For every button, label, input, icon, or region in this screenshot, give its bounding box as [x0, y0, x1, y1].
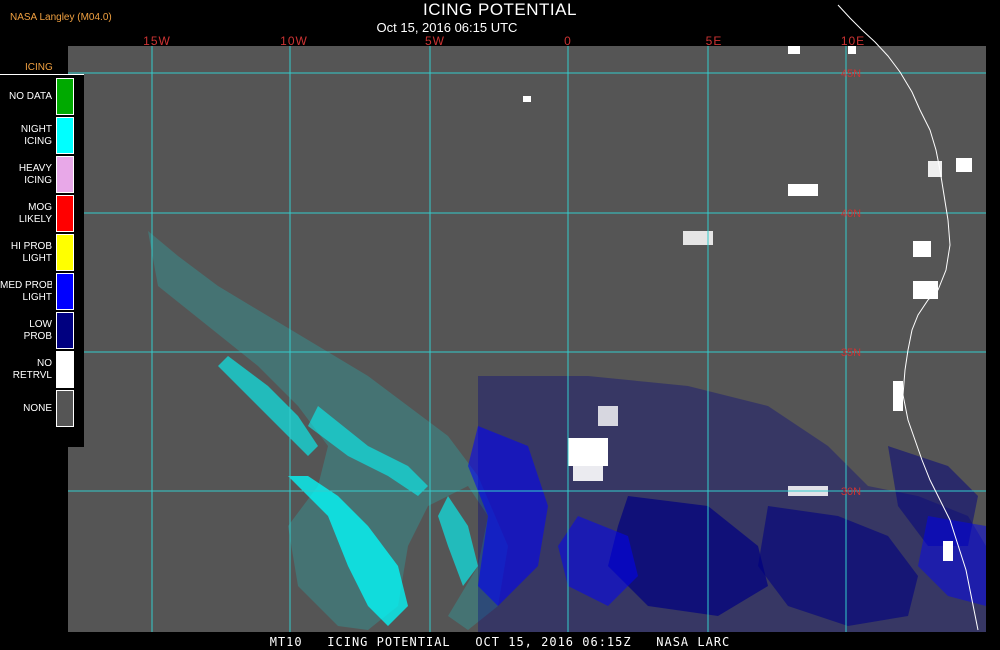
legend-title: ICING [25, 62, 53, 73]
legend-swatch [56, 312, 74, 349]
legend-swatch [56, 195, 74, 232]
legend-swatch [56, 390, 74, 427]
legend-item-mog-likely: MOG LIKELY [0, 194, 84, 233]
coastline [837, 4, 979, 631]
legend-label: NO RETRVL [12, 357, 52, 381]
legend-item-heavy-icing: HEAVY ICING [0, 155, 84, 194]
legend-item-none: NONE [0, 389, 84, 428]
legend-swatch [56, 156, 74, 193]
legend-item-med-prob-light: MED PROB LIGHT [0, 272, 84, 311]
legend-swatch [56, 117, 74, 154]
legend-item-no-retrieval: NO RETRVL [0, 350, 84, 389]
product-caption: MT10 ICING POTENTIAL OCT 15, 2016 06:15Z… [269, 635, 731, 649]
legend-label: NIGHT ICING [20, 123, 52, 147]
legend-swatch [56, 78, 74, 115]
legend-swatch [56, 273, 74, 310]
legend-label: LOW PROB [23, 318, 52, 342]
legend-swatch [56, 234, 74, 271]
legend-label: HEAVY ICING [18, 162, 52, 186]
icing-legend: NO DATA NIGHT ICING HEAVY ICING MOG LIKE… [0, 75, 84, 447]
legend-swatch [56, 351, 74, 388]
legend-item-low-prob: LOW PROB [0, 311, 84, 350]
legend-label: MED PROB LIGHT [0, 279, 52, 303]
legend-item-no-data: NO DATA [0, 77, 84, 116]
legend-label: MOG LIKELY [18, 201, 52, 225]
coastline-overlay [837, 4, 979, 631]
legend-item-night-icing: NIGHT ICING [0, 116, 84, 155]
legend-item-hi-prob-light: HI PROB LIGHT [0, 233, 84, 272]
legend-label: NONE [23, 402, 52, 414]
legend-label: HI PROB LIGHT [10, 240, 52, 264]
legend-label: NO DATA [9, 90, 52, 102]
